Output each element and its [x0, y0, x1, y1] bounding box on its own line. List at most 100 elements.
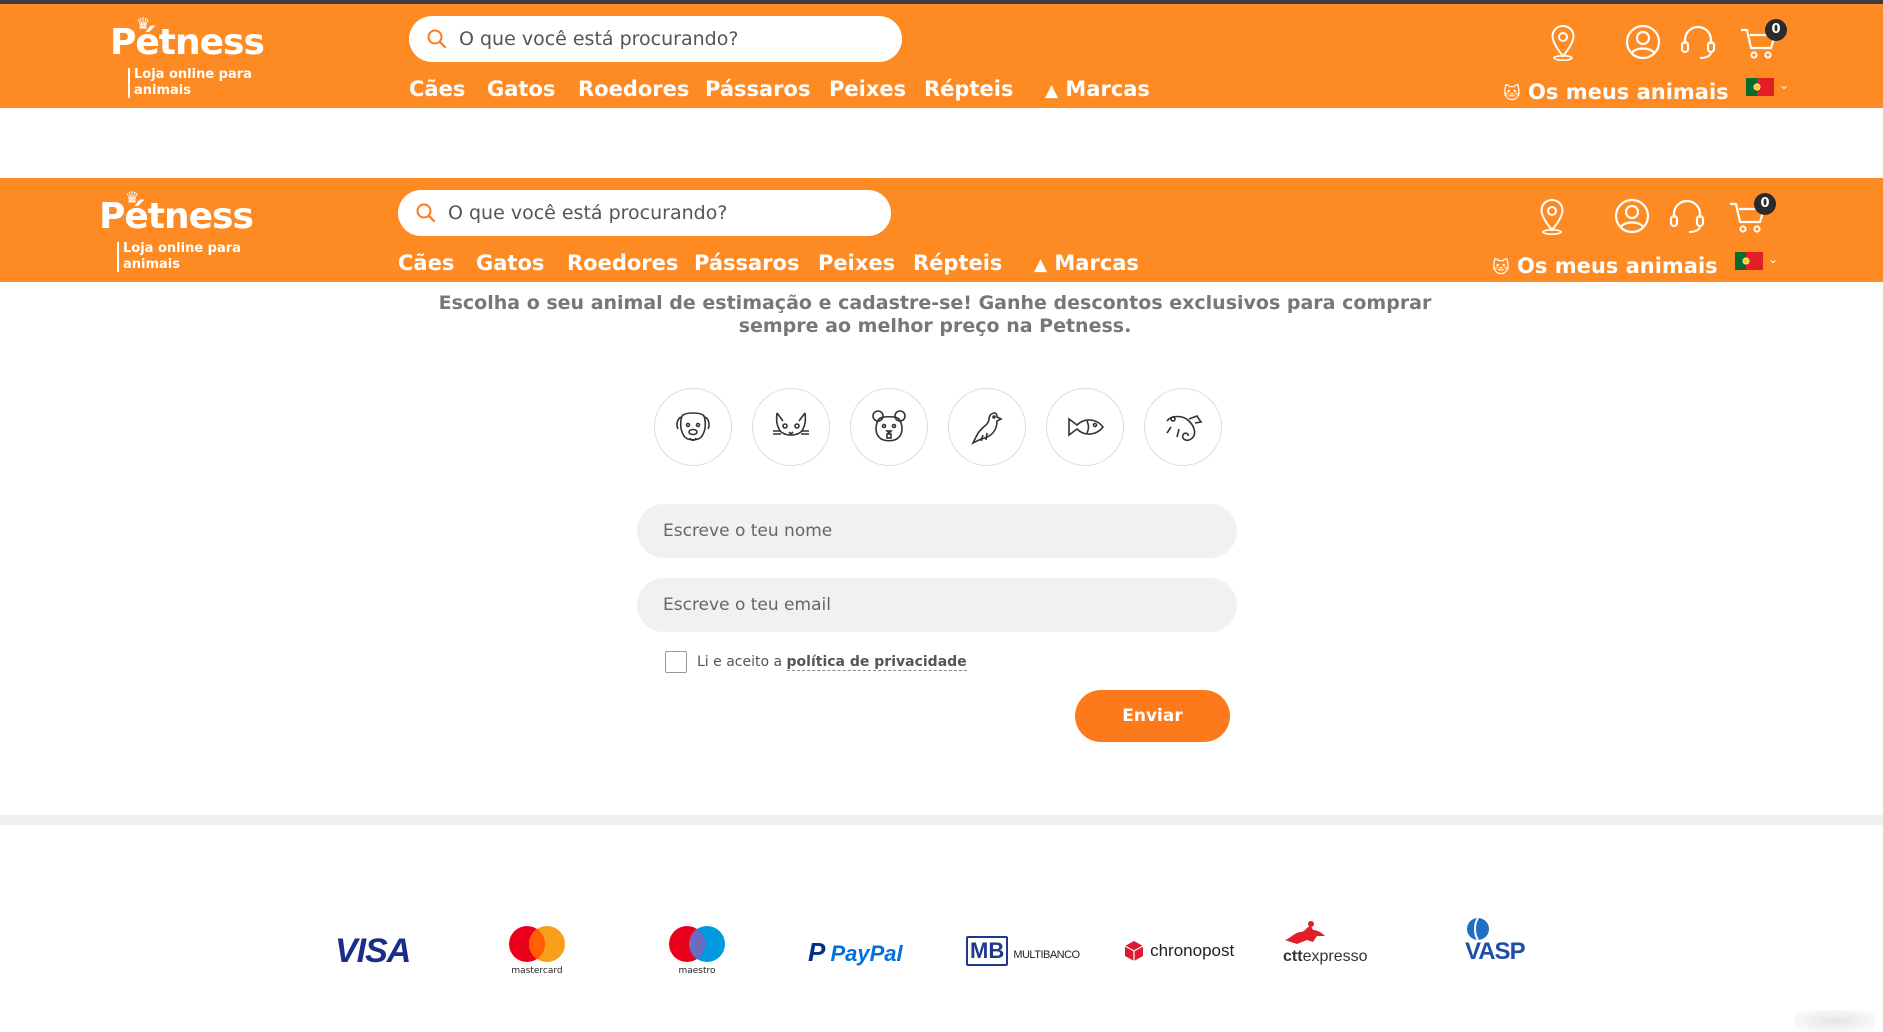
maestro-logo: maestro — [665, 924, 729, 984]
nav-peixes[interactable]: Peixes — [829, 77, 906, 101]
vasp-text: VASP — [1465, 938, 1526, 965]
chronopost-text: chronopost — [1150, 941, 1235, 960]
brands-icon: ▲ — [1045, 81, 1059, 101]
chevron-down-icon[interactable]: ⌄ — [1768, 252, 1778, 266]
fish-icon — [1068, 417, 1105, 437]
privacy-policy-link[interactable]: política de privacidade — [786, 654, 967, 671]
privacy-consent-label: Li e aceito a política de privacidade — [697, 654, 967, 671]
email-field[interactable] — [637, 578, 1237, 632]
ctt-expresso-logo: cttexpresso — [1283, 920, 1367, 980]
brand-logo[interactable]: ♛ Pétness Loja online para animais — [110, 14, 300, 100]
brand-tagline: Loja online para animais — [134, 67, 252, 98]
mastercard-text: mastercard — [511, 966, 563, 976]
pet-option-cat[interactable] — [752, 388, 830, 466]
signup-intro: Escolha o seu animal de estimação e cada… — [438, 292, 1432, 337]
nav-passaros[interactable]: Pássaros — [694, 251, 799, 275]
logo-bar — [128, 68, 130, 98]
paypal-text: PayPal — [830, 941, 903, 966]
my-animals-link[interactable]: 🐱 Os meus animais — [1492, 254, 1718, 278]
paypal-p-icon: P — [808, 937, 826, 967]
pet-option-reptile[interactable] — [1144, 388, 1222, 466]
site-header: ♛ Pétness Loja online para animais Cães … — [0, 178, 1883, 282]
chat-widget-shadow — [1795, 1010, 1875, 1032]
search-box[interactable] — [398, 190, 891, 236]
bird-icon — [971, 412, 1003, 445]
portugal-flag-icon[interactable] — [1735, 252, 1763, 270]
nav-repteis[interactable]: Répteis — [913, 251, 1002, 275]
search-box[interactable] — [409, 16, 902, 62]
name-field[interactable] — [637, 504, 1237, 558]
nav-repteis[interactable]: Répteis — [924, 77, 1013, 101]
pet-option-rodent[interactable] — [850, 388, 928, 466]
nav-caes[interactable]: Cães — [409, 77, 465, 101]
vasp-logo: VASP — [1465, 916, 1526, 976]
nav-marcas-label: Marcas — [1054, 251, 1139, 275]
paw-cat-icon: 🐱 — [1492, 258, 1510, 278]
logo-bar — [117, 242, 119, 272]
multibanco-logo: MB MULTIBANCO — [966, 936, 1080, 996]
account-icon[interactable] — [1612, 196, 1652, 236]
multibanco-text: MULTIBANCO — [1013, 949, 1080, 961]
chronopost-cube-icon — [1124, 941, 1144, 961]
pet-option-dog[interactable] — [654, 388, 732, 466]
nav-roedores[interactable]: Roedores — [567, 251, 678, 275]
mastercard-circles-icon — [509, 926, 565, 962]
consent-text: Li e aceito a — [697, 654, 783, 670]
portugal-flag-icon[interactable] — [1746, 78, 1774, 96]
nav-passaros[interactable]: Pássaros — [705, 77, 810, 101]
name-input[interactable] — [663, 504, 1213, 558]
cat-icon — [773, 412, 809, 436]
privacy-consent-checkbox[interactable] — [665, 651, 687, 673]
store-locator-icon[interactable] — [1543, 22, 1583, 62]
nav-gatos[interactable]: Gatos — [476, 251, 544, 275]
cart-count-badge: 0 — [1754, 193, 1776, 215]
expresso-text: expresso — [1302, 948, 1368, 965]
account-icon[interactable] — [1623, 22, 1663, 62]
visa-text: VISA — [335, 932, 411, 970]
email-input[interactable] — [663, 578, 1213, 632]
nav-gatos[interactable]: Gatos — [487, 77, 555, 101]
dog-icon — [676, 412, 710, 442]
visa-logo: VISA — [335, 932, 411, 992]
footer-divider — [0, 815, 1883, 825]
maestro-circles-icon — [669, 926, 725, 962]
support-headset-icon[interactable] — [1678, 22, 1718, 62]
chevron-down-icon[interactable]: ⌄ — [1779, 78, 1789, 92]
nav-roedores[interactable]: Roedores — [578, 77, 689, 101]
maestro-text: maestro — [678, 966, 716, 976]
nav-marcas[interactable]: ▲ Marcas — [1045, 77, 1150, 101]
reptile-icon — [1166, 415, 1203, 442]
brands-icon: ▲ — [1034, 255, 1048, 275]
paw-cat-icon: 🐱 — [1503, 84, 1521, 104]
store-locator-icon[interactable] — [1532, 196, 1572, 236]
brand-name: Pétness — [110, 22, 265, 63]
submit-button[interactable]: Enviar — [1075, 690, 1230, 742]
nav-marcas[interactable]: ▲ Marcas — [1034, 251, 1139, 275]
search-icon — [427, 29, 447, 49]
search-input[interactable] — [459, 16, 879, 62]
rodent-icon — [872, 410, 906, 442]
nav-marcas-label: Marcas — [1065, 77, 1150, 101]
mastercard-logo: mastercard — [505, 924, 569, 984]
search-input[interactable] — [448, 190, 868, 236]
brand-name: Pétness — [99, 196, 254, 237]
my-animals-link[interactable]: 🐱 Os meus animais — [1503, 80, 1729, 104]
brand-tagline: Loja online para animais — [123, 241, 241, 272]
brand-logo[interactable]: ♛ Pétness Loja online para animais — [99, 188, 289, 274]
my-animals-label: Os meus animais — [1528, 80, 1729, 104]
ctt-expresso-wordmark: cttexpresso — [1283, 946, 1367, 966]
nav-caes[interactable]: Cães — [398, 251, 454, 275]
pet-option-bird[interactable] — [948, 388, 1026, 466]
pet-selector — [654, 388, 1234, 468]
ctt-text: ctt — [1283, 948, 1303, 965]
chronopost-logo: chronopost — [1123, 940, 1234, 1000]
paypal-logo: P PayPal — [808, 937, 903, 997]
nav-peixes[interactable]: Peixes — [818, 251, 895, 275]
search-icon — [416, 203, 436, 223]
support-headset-icon[interactable] — [1667, 196, 1707, 236]
cart-count-badge: 0 — [1765, 19, 1787, 41]
pet-option-fish[interactable] — [1046, 388, 1124, 466]
my-animals-label: Os meus animais — [1517, 254, 1718, 278]
site-header-sticky: ♛ Pétness Loja online para animais Cães … — [0, 4, 1883, 108]
multibanco-mb-icon: MB — [966, 936, 1009, 966]
